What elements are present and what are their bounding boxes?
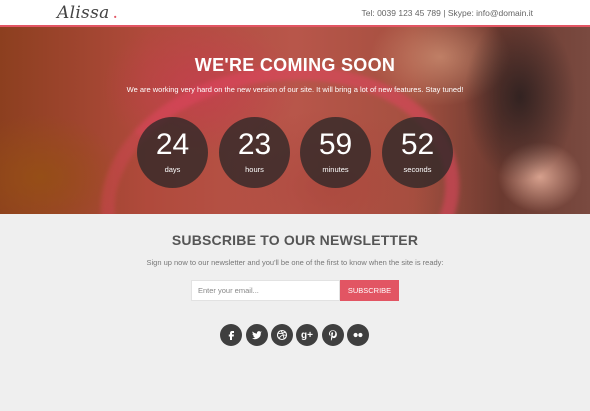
countdown-minutes-label: minutes bbox=[322, 165, 349, 174]
hero-section: WE'RE COMING SOON We are working very ha… bbox=[0, 27, 590, 214]
google-plus-text: g+ bbox=[301, 329, 313, 341]
countdown-hours-value: 23 bbox=[237, 128, 272, 161]
hero-title: WE'RE COMING SOON bbox=[194, 55, 396, 75]
flickr-glyph bbox=[353, 332, 363, 338]
countdown-minutes-value: 59 bbox=[318, 128, 353, 161]
dribbble-glyph bbox=[276, 329, 288, 341]
pinterest-icon[interactable] bbox=[322, 324, 344, 346]
newsletter-title: SUBSCRIBE TO OUR NEWSLETTER bbox=[171, 232, 419, 248]
facebook-icon[interactable] bbox=[220, 324, 242, 346]
hero-subtitle: We are working very hard on the new vers… bbox=[126, 85, 464, 94]
logo-dot: . bbox=[112, 3, 119, 23]
pinterest-glyph bbox=[329, 330, 337, 341]
contact-info: Tel: 0039 123 45 789 | Skype: info@domai… bbox=[361, 8, 533, 18]
top-bar: Alissa. Tel: 0039 123 45 789 | Skype: in… bbox=[0, 0, 590, 27]
facebook-glyph bbox=[228, 331, 234, 340]
countdown-days-value: 24 bbox=[155, 128, 190, 161]
email-input[interactable] bbox=[191, 280, 340, 301]
countdown-hours-label: hours bbox=[245, 165, 264, 174]
logo-text: Alissa bbox=[57, 3, 110, 23]
countdown-days-label: days bbox=[164, 165, 181, 174]
twitter-icon[interactable] bbox=[246, 324, 268, 346]
logo[interactable]: Alissa. bbox=[57, 3, 118, 23]
google-plus-icon[interactable]: g+ bbox=[296, 324, 318, 346]
countdown-minutes: 59 minutes bbox=[300, 117, 371, 188]
newsletter-subtitle: Sign up now to our newsletter and you'll… bbox=[146, 258, 444, 267]
countdown-seconds-value: 52 bbox=[400, 128, 435, 161]
twitter-glyph bbox=[252, 331, 262, 340]
countdown-days: 24 days bbox=[137, 117, 208, 188]
subscribe-button[interactable]: SUBSCRIBE bbox=[340, 280, 399, 301]
countdown-seconds-label: seconds bbox=[403, 165, 432, 174]
countdown-hours: 23 hours bbox=[219, 117, 290, 188]
flickr-icon[interactable] bbox=[347, 324, 369, 346]
countdown-seconds: 52 seconds bbox=[382, 117, 453, 188]
dribbble-icon[interactable] bbox=[271, 324, 293, 346]
